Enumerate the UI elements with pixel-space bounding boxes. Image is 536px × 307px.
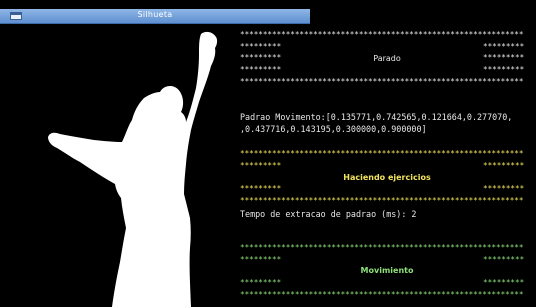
stars-border: ****************************************… [240, 196, 524, 205]
stars-border: ****************************************… [240, 290, 524, 299]
stars-right: ********* [483, 184, 525, 193]
stars-right: ********* [483, 255, 525, 264]
stars-left: ********* [240, 184, 282, 193]
window-title: Silhueta [137, 10, 173, 19]
stars-left: ********* [240, 255, 282, 264]
pattern-line: ,0.437716,0.143195,0.300000,0.900000] [240, 124, 427, 134]
stars-border: ****************************************… [240, 243, 524, 252]
stars-right: ********* [483, 42, 525, 51]
extraction-time-line: Tempo de extracao de padrao (ms): 2 [240, 209, 417, 219]
stars-right: ********* [483, 53, 525, 62]
stars-border: ****************************************… [240, 77, 524, 86]
console-output: ********* ********* ********* ********* ****… [238, 24, 536, 307]
pattern-line: Padrao Movimento:[0.135771,0.742565,0.12… [240, 112, 513, 122]
stars-left: ********* [240, 65, 282, 74]
status-label-movement: Movimiento [360, 266, 414, 275]
status-label-exercising: Haciendo ejercicios [343, 173, 431, 182]
stars-border: ****************************************… [240, 30, 524, 39]
stars-right: ********* [483, 161, 525, 170]
stars-left: ********* [240, 161, 282, 170]
window-titlebar[interactable]: Silhueta [0, 9, 310, 24]
stars-border: ****************************************… [240, 149, 524, 158]
stars-left: ********* [240, 278, 282, 287]
person-silhouette-image [48, 31, 218, 307]
stars-left: ********* [240, 42, 282, 51]
stars-right: ********* [483, 278, 525, 287]
stars-right: ********* [483, 65, 525, 74]
